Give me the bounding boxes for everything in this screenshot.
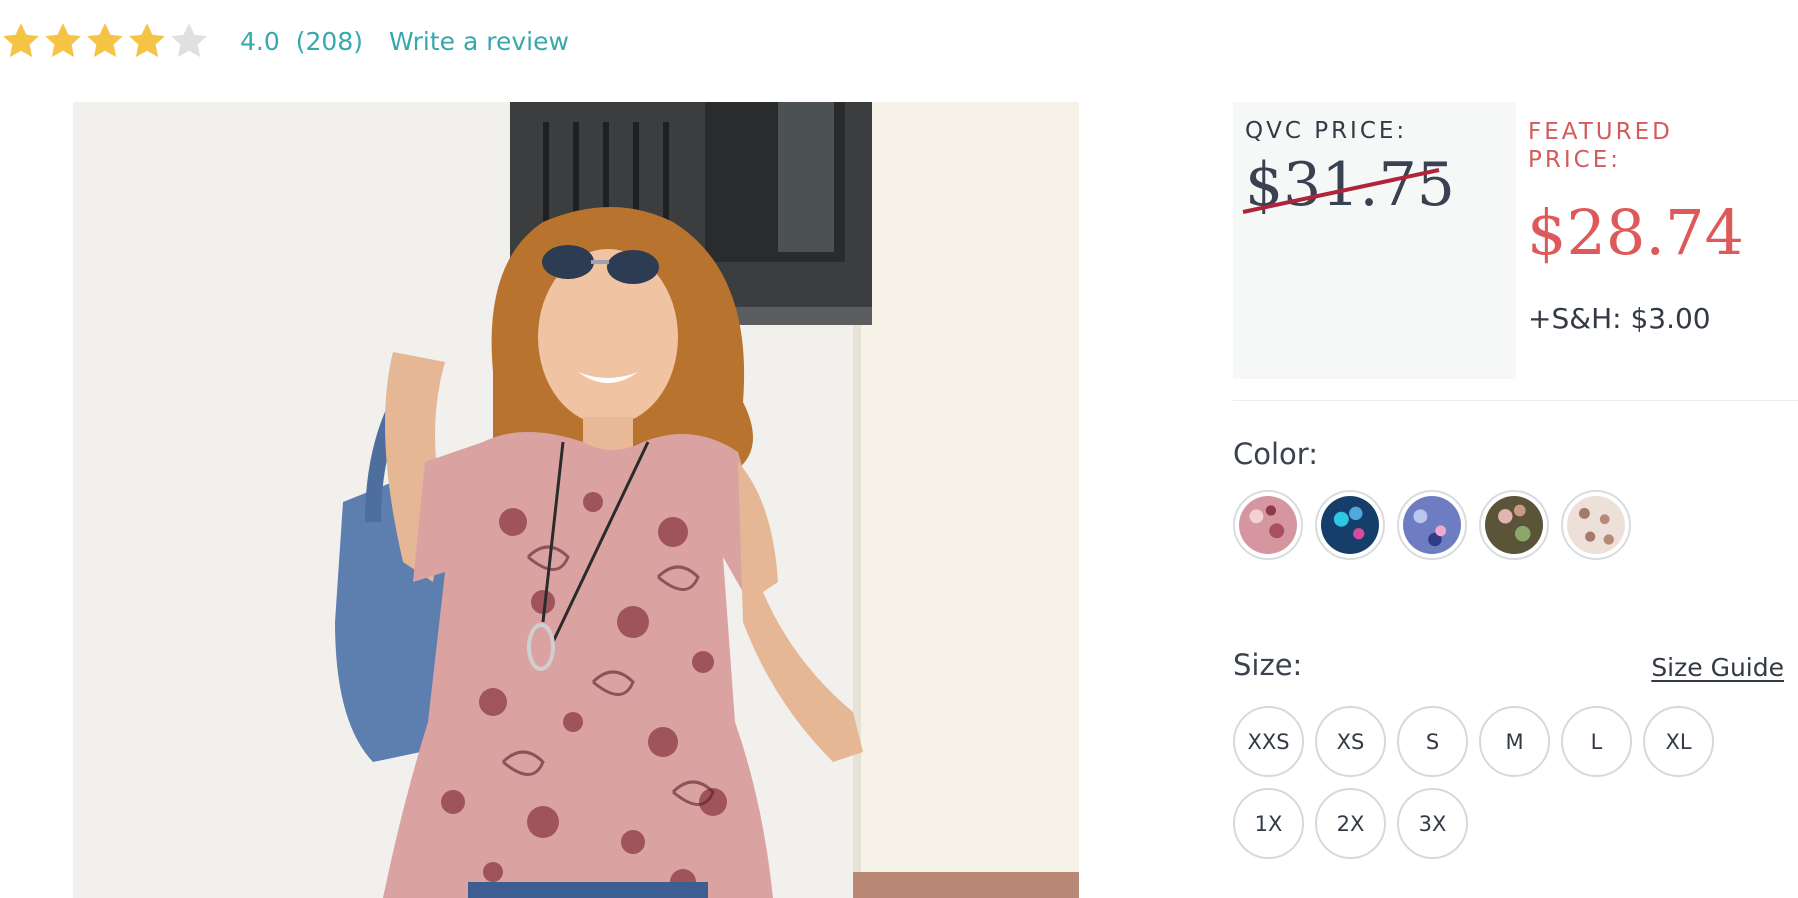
star-rating xyxy=(0,20,210,62)
shipping-handling: +S&H: $3.00 xyxy=(1528,302,1711,335)
star-icon xyxy=(45,23,81,58)
size-options-row-1: XXS XS S M L XL xyxy=(1233,706,1725,777)
size-button-1x[interactable]: 1X xyxy=(1233,788,1304,859)
featured-price: $28.74 xyxy=(1527,196,1744,269)
size-button-m[interactable]: M xyxy=(1479,706,1550,777)
size-button-xxs[interactable]: XXS xyxy=(1233,706,1304,777)
color-swatch-taupe-dot[interactable] xyxy=(1561,490,1631,560)
size-button-xs[interactable]: XS xyxy=(1315,706,1386,777)
qvc-original-price: $31.75 xyxy=(1245,150,1455,220)
star-icon xyxy=(129,23,165,58)
size-guide-link[interactable]: Size Guide xyxy=(1651,653,1784,682)
size-button-3x[interactable]: 3X xyxy=(1397,788,1468,859)
star-icon xyxy=(87,23,123,58)
star-empty-icon xyxy=(171,23,207,58)
color-swatch-periwinkle-floral[interactable] xyxy=(1397,490,1467,560)
star-icon xyxy=(3,23,39,58)
size-button-s[interactable]: S xyxy=(1397,706,1468,777)
color-swatch-navy-teal-floral[interactable] xyxy=(1315,490,1385,560)
rating-value: 4.0 xyxy=(240,26,280,56)
size-label: Size: xyxy=(1233,648,1303,682)
review-count[interactable]: (208) xyxy=(296,27,363,56)
size-button-l[interactable]: L xyxy=(1561,706,1632,777)
product-image[interactable] xyxy=(73,102,1079,898)
divider xyxy=(1233,400,1798,401)
color-swatches xyxy=(1233,490,1643,560)
qvc-price-label: QVC PRICE: xyxy=(1245,118,1408,144)
rating-row: 4.0 (208) Write a review xyxy=(0,14,569,68)
size-options-row-2: 1X 2X 3X xyxy=(1233,788,1479,859)
color-label: Color: xyxy=(1233,437,1318,471)
write-review-link[interactable]: Write a review xyxy=(389,27,569,56)
color-swatch-olive-floral[interactable] xyxy=(1479,490,1549,560)
featured-price-label: FEATURED PRICE: xyxy=(1528,119,1673,173)
size-button-xl[interactable]: XL xyxy=(1643,706,1714,777)
color-swatch-pink-floral[interactable] xyxy=(1233,490,1303,560)
size-button-2x[interactable]: 2X xyxy=(1315,788,1386,859)
qvc-price-box: QVC PRICE: $31.75 xyxy=(1233,102,1516,379)
